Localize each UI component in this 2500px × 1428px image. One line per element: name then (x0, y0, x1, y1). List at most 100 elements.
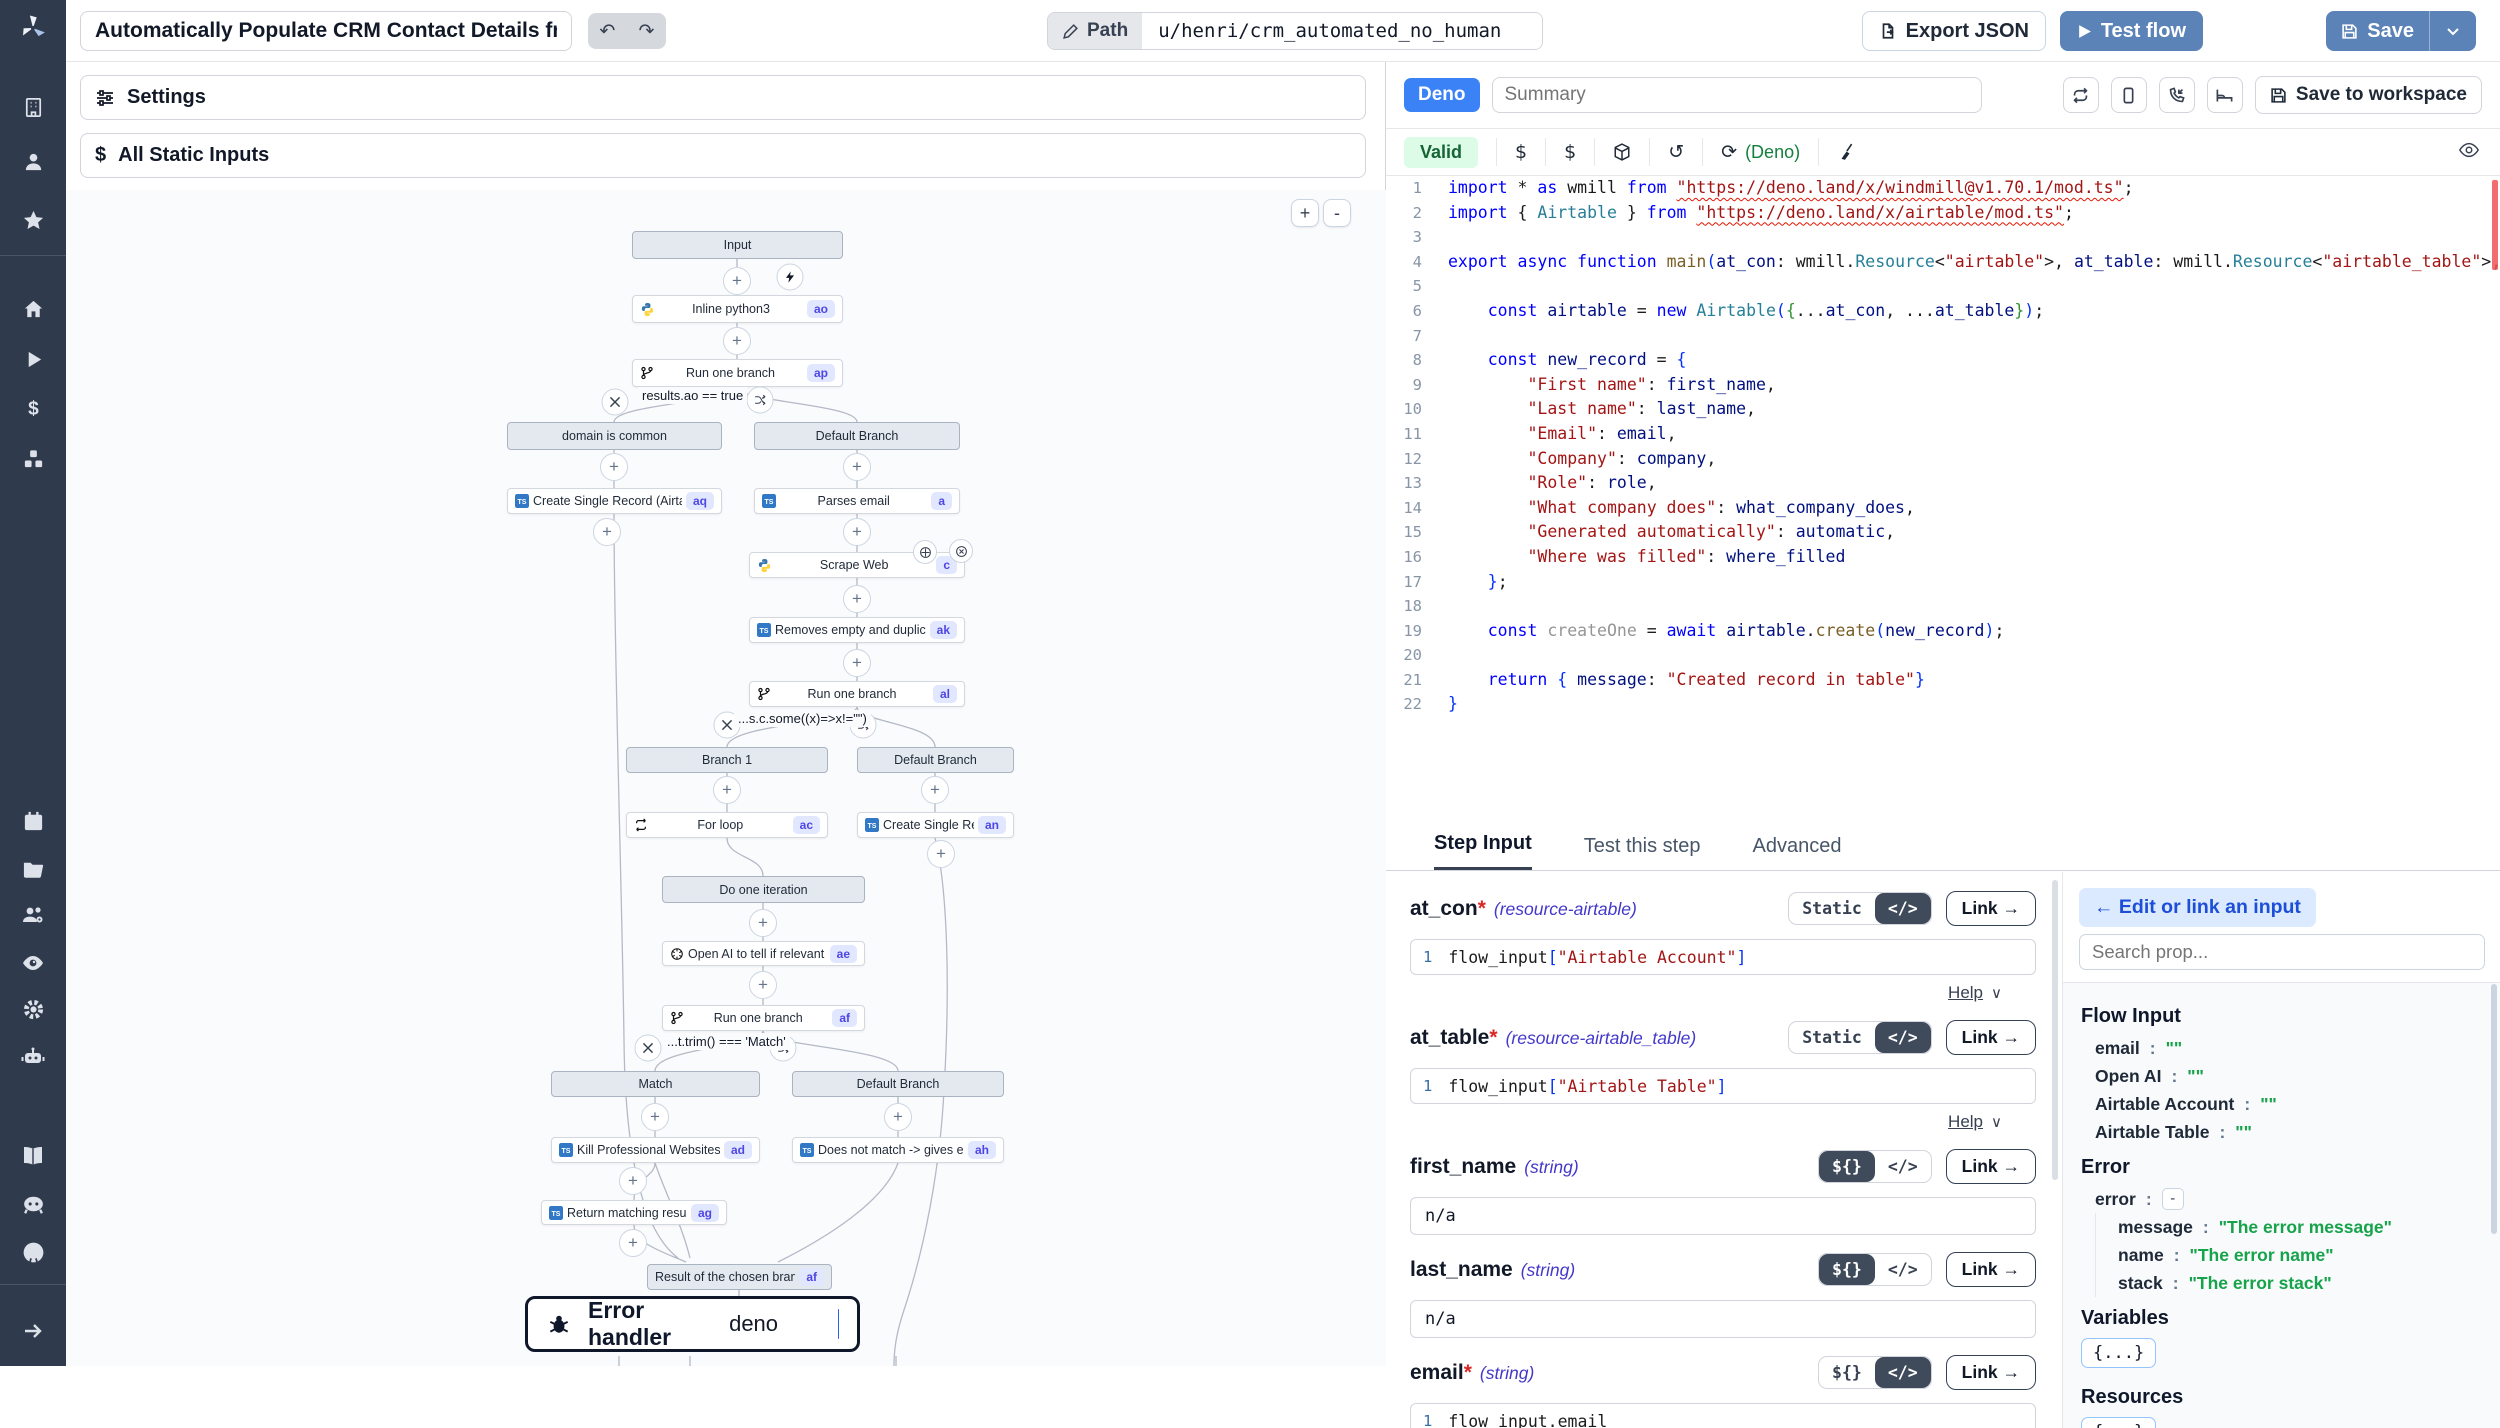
prop-scrollbar[interactable] (2491, 984, 2497, 1234)
panel-icon[interactable] (2111, 77, 2147, 113)
settings-bar[interactable]: Settings (80, 75, 1366, 120)
add-step-button[interactable]: + (927, 840, 955, 868)
flow-node[interactable]: Inline python3ao (632, 295, 843, 323)
flow-node[interactable]: Default Branch (792, 1071, 1004, 1097)
flow-node[interactable]: TSReturn matching resultag (541, 1200, 727, 1225)
add-step-button[interactable]: + (641, 1103, 669, 1131)
folder-icon[interactable] (0, 849, 66, 889)
flow-node[interactable]: domain is common (507, 422, 722, 450)
remove-branch-icon[interactable] (635, 1035, 662, 1062)
link-button[interactable]: Link → (1946, 891, 2036, 926)
input-mode-toggle[interactable]: Static</> (1788, 892, 1931, 925)
play-icon[interactable] (0, 339, 66, 379)
prop-item[interactable]: name:"The error name" (2095, 1241, 2500, 1269)
add-step-button[interactable]: + (723, 327, 751, 355)
object-expand-button[interactable]: {...} (2081, 1338, 2156, 1368)
flow-node[interactable]: TSKill Professional Websites mentionsad (551, 1137, 760, 1163)
inline-expression-editor[interactable]: 1flow_input["Airtable Table"] (1410, 1068, 2036, 1104)
object-expand-button[interactable]: {...} (2081, 1417, 2156, 1428)
add-step-button[interactable]: + (713, 776, 741, 804)
add-step-button[interactable]: + (619, 1167, 647, 1195)
help-link[interactable]: Help (1948, 983, 1983, 1003)
windmill-logo[interactable] (0, 8, 66, 48)
tab-advanced[interactable]: Advanced (1752, 835, 1841, 870)
export-json-button[interactable]: Export JSON (1862, 11, 2046, 51)
link-button[interactable]: Link → (1946, 1020, 2036, 1055)
assets-refresh-button[interactable]: ⟳(Deno) (1707, 137, 1814, 167)
save-dropdown-button[interactable] (2430, 11, 2476, 51)
code-editor[interactable]: 1import * as wmill from "https://deno.la… (1386, 176, 2500, 824)
prop-item[interactable]: message:"The error message" (2095, 1213, 2500, 1241)
error-handler-toggle[interactable] (838, 1309, 839, 1339)
gear-icon[interactable] (0, 989, 66, 1029)
input-mode-toggle[interactable]: ${}</> (1818, 1356, 1932, 1389)
collapse-button[interactable]: - (2162, 1188, 2184, 1210)
test-flow-button[interactable]: Test flow (2060, 11, 2203, 51)
branch-settings-icon[interactable] (747, 387, 774, 414)
book-icon[interactable] (0, 1136, 66, 1176)
summary-input[interactable] (1492, 77, 1982, 113)
user-group-icon[interactable] (0, 895, 66, 935)
input-mode-toggle[interactable]: ${}</> (1818, 1150, 1932, 1183)
path-field[interactable]: Path u/henri/crm_automated_no_human (1047, 12, 1543, 50)
add-step-button[interactable]: + (843, 453, 871, 481)
link-button[interactable]: Link → (1946, 1252, 2036, 1287)
prop-search-input[interactable] (2079, 934, 2485, 970)
discord-icon[interactable] (0, 1184, 66, 1224)
prop-item[interactable]: error:- (2081, 1185, 2500, 1213)
delete-node-icon[interactable] (949, 539, 973, 563)
input-mode-toggle[interactable]: Static</> (1788, 1021, 1931, 1054)
edit-or-link-button[interactable]: ← Edit or link an input (2079, 888, 2316, 927)
prop-item[interactable]: Open AI:"" (2081, 1062, 2500, 1090)
flow-node[interactable]: Run one branchaf (662, 1005, 865, 1031)
flow-node[interactable]: TSCreate Single Record (Airtable)aq (507, 488, 722, 514)
save-to-workspace-button[interactable]: Save to workspace (2255, 76, 2482, 114)
move-node-icon[interactable] (913, 540, 937, 564)
flow-node[interactable]: For loopac (626, 812, 828, 838)
bed-icon[interactable] (2207, 77, 2243, 113)
add-step-button[interactable]: + (843, 649, 871, 677)
form-scrollbar[interactable] (2052, 880, 2058, 1180)
flow-node[interactable]: TSCreate Single Record (Airtable)an (857, 812, 1014, 838)
prop-item[interactable]: stack:"The error stack" (2095, 1269, 2500, 1297)
prop-item[interactable]: email:"" (2081, 1034, 2500, 1062)
dollar-button-2[interactable]: $ (1550, 137, 1590, 167)
prop-item[interactable]: Airtable Table:"" (2081, 1118, 2500, 1146)
flow-node[interactable]: Default Branch (857, 747, 1014, 773)
dollar-button[interactable]: $ (1501, 137, 1541, 167)
field-value-input[interactable] (1410, 1197, 2036, 1235)
zoom-in-button[interactable]: + (1291, 199, 1319, 227)
star-icon[interactable] (0, 200, 66, 240)
flow-node[interactable]: TSDoes not match -> gives empty valueah (792, 1137, 1004, 1163)
add-step-button[interactable]: + (884, 1103, 912, 1131)
error-handler-node[interactable]: Error handler deno (525, 1296, 860, 1352)
flow-node[interactable]: Do one iteration (662, 876, 865, 903)
undo-button[interactable]: ↶ (588, 13, 627, 49)
add-step-button[interactable]: + (723, 267, 751, 295)
flow-title-input[interactable] (80, 11, 572, 51)
add-step-button[interactable]: + (600, 453, 628, 481)
dollar-icon[interactable]: $ (0, 388, 66, 428)
flow-node[interactable]: TSParses emaila (754, 488, 960, 514)
add-step-button[interactable]: + (619, 1229, 647, 1257)
expand-arrow-icon[interactable] (0, 1311, 66, 1351)
inline-expression-editor[interactable]: 1flow_input["Airtable Account"] (1410, 939, 2036, 975)
add-step-button[interactable]: + (749, 971, 777, 999)
cycle-icon[interactable] (2063, 77, 2099, 113)
building-icon[interactable] (0, 87, 66, 127)
save-button[interactable]: Save (2326, 11, 2429, 51)
user-icon[interactable] (0, 141, 66, 181)
flow-node[interactable]: Match (551, 1071, 760, 1097)
link-button[interactable]: Link → (1946, 1355, 2036, 1390)
add-step-button[interactable]: + (749, 909, 777, 937)
flow-node[interactable]: Default Branch (754, 422, 960, 450)
phone-incoming-icon[interactable] (2159, 77, 2195, 113)
tab-test-this-step[interactable]: Test this step (1584, 835, 1701, 870)
flow-node[interactable]: Run one branchap (632, 359, 843, 387)
field-value-input[interactable] (1410, 1300, 2036, 1338)
trigger-bolt-icon[interactable] (777, 264, 804, 291)
add-step-button[interactable]: + (843, 585, 871, 613)
flow-graph-canvas[interactable]: + - InputInline python3aoRun one brancha… (66, 190, 1386, 1366)
add-step-button[interactable]: + (593, 518, 621, 546)
flow-node[interactable]: Open AI to tell if relevant resultae (662, 941, 865, 966)
